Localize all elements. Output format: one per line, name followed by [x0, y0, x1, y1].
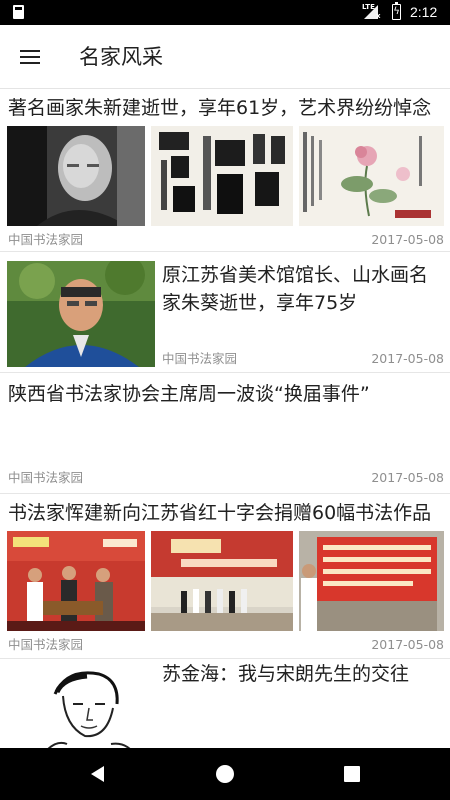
article-thumbnail-ceremony[interactable] — [7, 531, 145, 631]
article-thumbnail-portrait[interactable] — [7, 126, 145, 226]
page-title: 名家风采 — [79, 45, 163, 69]
back-icon[interactable] — [88, 764, 108, 784]
article-title[interactable]: 著名画家朱新建逝世，享年61岁，艺术界纷纷悼念 — [8, 94, 444, 122]
status-bar: LTE x ϟ 2:12 — [0, 0, 450, 25]
article-title[interactable]: 陕西省书法家协会主席周一波谈“换届事件” — [8, 380, 444, 408]
article-card[interactable]: 陕西省书法家协会主席周一波谈“换届事件” 中国书法家园 2017-05-08 — [0, 374, 450, 494]
article-feed[interactable]: 著名画家朱新建逝世，享年61岁，艺术界纷纷悼念 中国书法家园 2017-05-0… — [0, 90, 450, 748]
article-card[interactable]: 苏金海：我与宋朗先生的交往 — [0, 660, 450, 748]
article-thumbnail-sketch[interactable] — [7, 664, 155, 748]
article-date: 2017-05-08 — [371, 470, 444, 485]
article-card[interactable]: 原江苏省美术馆馆长、山水画名家朱葵逝世，享年75岁 中国书法家园 2017-05… — [0, 253, 450, 373]
app-bar: 名家风采 — [0, 25, 450, 89]
article-thumbnail-calligraphy[interactable] — [151, 126, 293, 226]
article-source: 中国书法家园 — [162, 351, 238, 366]
sd-card-icon — [13, 5, 24, 19]
system-nav-bar — [0, 748, 450, 800]
home-icon[interactable] — [215, 764, 235, 784]
article-thumbnail-donation-banner[interactable] — [299, 531, 444, 631]
article-thumbnail-exhibition[interactable] — [151, 531, 293, 631]
article-title[interactable]: 苏金海：我与宋朗先生的交往 — [162, 660, 440, 688]
recent-apps-icon[interactable] — [342, 764, 362, 784]
article-source: 中国书法家园 — [8, 232, 84, 247]
article-title[interactable]: 原江苏省美术馆馆长、山水画名家朱葵逝世，享年75岁 — [162, 261, 440, 317]
article-date: 2017-05-08 — [371, 637, 444, 652]
article-card[interactable]: 书法家恽建新向江苏省红十字会捐赠60幅书法作品 中国书法家园 2017-05-0… — [0, 495, 450, 659]
article-thumbnail-portrait[interactable] — [7, 261, 155, 367]
status-clock: 2:12 — [410, 4, 438, 20]
article-card[interactable]: 著名画家朱新建逝世，享年61岁，艺术界纷纷悼念 中国书法家园 2017-05-0… — [0, 90, 450, 252]
hamburger-menu-icon[interactable] — [12, 39, 48, 75]
no-data-badge: x — [376, 12, 381, 20]
article-source: 中国书法家园 — [8, 470, 84, 485]
article-date: 2017-05-08 — [371, 232, 444, 247]
battery-charging-icon: ϟ — [392, 2, 401, 20]
article-source: 中国书法家园 — [8, 637, 84, 652]
article-title[interactable]: 书法家恽建新向江苏省红十字会捐赠60幅书法作品 — [8, 499, 444, 527]
article-date: 2017-05-08 — [371, 351, 444, 366]
article-thumbnail-flower-painting[interactable] — [299, 126, 444, 226]
